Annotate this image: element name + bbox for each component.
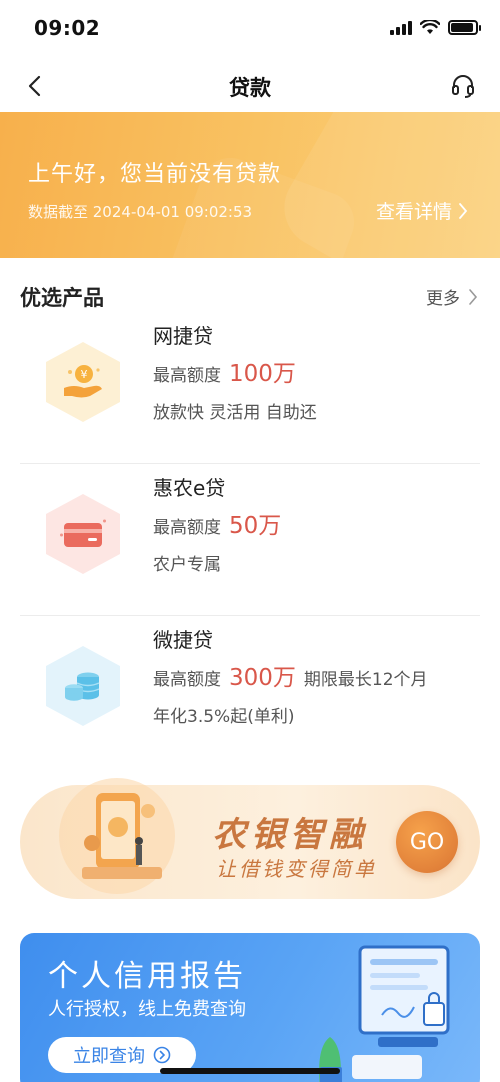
more-label: 更多	[426, 289, 460, 309]
data-timestamp: 数据截至 2024-04-01 09:02:53	[28, 203, 253, 221]
product-name: 网捷贷	[153, 324, 213, 348]
product-name: 微捷贷	[153, 628, 213, 652]
headset-icon	[452, 75, 474, 98]
greeting-text: 上午好，您当前没有贷款	[28, 162, 282, 187]
limit-value: 100万	[229, 361, 296, 387]
product-limit: 最高额度 300万 期限最长12个月	[153, 658, 428, 692]
coin-stack-icon	[65, 672, 100, 701]
term-limit: 期限最长12个月	[303, 670, 428, 690]
section-title: 优选产品	[20, 286, 104, 310]
chevron-right-icon	[469, 288, 478, 305]
hex-icon-bg	[46, 646, 120, 726]
credit-report-title: 个人信用报告	[48, 959, 246, 994]
loan-status-banner: 上午好，您当前没有贷款 数据截至 2024-04-01 09:02:53 查看详…	[0, 112, 500, 258]
status-icons	[390, 20, 481, 35]
go-button[interactable]: GO	[396, 811, 458, 873]
limit-label: 最高额度	[153, 670, 221, 690]
limit-label: 最高额度	[153, 366, 221, 386]
nongyin-zhirong-promo-banner[interactable]: 农银智融 让借钱变得简单 GO	[20, 778, 480, 899]
status-bar: 09:02	[0, 0, 500, 60]
product-limit: 最高额度 100万	[153, 354, 296, 388]
more-products-link[interactable]: 更多	[426, 284, 478, 309]
nav-bar: 贷款	[0, 60, 500, 112]
hand-coin-icon: ¥	[64, 365, 102, 398]
limit-value: 300万	[229, 665, 296, 691]
credit-report-subtitle: 人行授权，线上免费查询	[48, 999, 246, 1020]
query-now-label: 立即查询	[73, 1046, 145, 1067]
phone-finance-illustration	[59, 778, 175, 894]
product-item-huinong-e-dai[interactable]: 惠农e贷 最高额度 50万 农户专属	[0, 464, 500, 616]
limit-label: 最高额度	[153, 518, 221, 538]
product-description: 放款快 灵活用 自助还	[153, 403, 317, 423]
hex-icon-bg: ¥	[46, 342, 120, 422]
svg-text:¥: ¥	[81, 368, 88, 381]
credit-report-illustration	[319, 945, 450, 1082]
product-item-wangjiedai[interactable]: ¥ 网捷贷 最高额度 100万 放款快 灵活用 自助还	[0, 312, 500, 464]
product-limit: 最高额度 50万	[153, 506, 281, 540]
status-time: 09:02	[34, 16, 101, 40]
view-details-link[interactable]: 查看详情	[376, 197, 468, 224]
promo-subtitle: 让借钱变得简单	[216, 857, 377, 881]
product-description: 年化3.5%起(单利)	[153, 707, 295, 727]
bank-card-icon	[60, 519, 106, 547]
product-description: 农户专属	[153, 555, 221, 575]
view-details-label: 查看详情	[375, 201, 452, 223]
wifi-icon	[420, 20, 440, 34]
home-indicator[interactable]	[160, 1068, 340, 1074]
page-title: 贷款	[229, 76, 271, 100]
customer-service-button[interactable]	[448, 71, 478, 101]
product-item-weijiedai[interactable]: 微捷贷 最高额度 300万 期限最长12个月 年化3.5%起(单利)	[0, 616, 500, 768]
promo-title: 农银智融	[212, 815, 368, 855]
battery-icon	[448, 20, 481, 35]
product-name: 惠农e贷	[153, 476, 226, 500]
cellular-signal-icon	[390, 20, 412, 35]
circle-chevron-right-icon	[153, 1046, 171, 1064]
chevron-right-icon	[459, 202, 468, 219]
credit-report-card[interactable]: 个人信用报告 人行授权，线上免费查询 立即查询	[20, 933, 480, 1082]
hex-icon-bg	[46, 494, 120, 574]
limit-value: 50万	[229, 513, 282, 539]
